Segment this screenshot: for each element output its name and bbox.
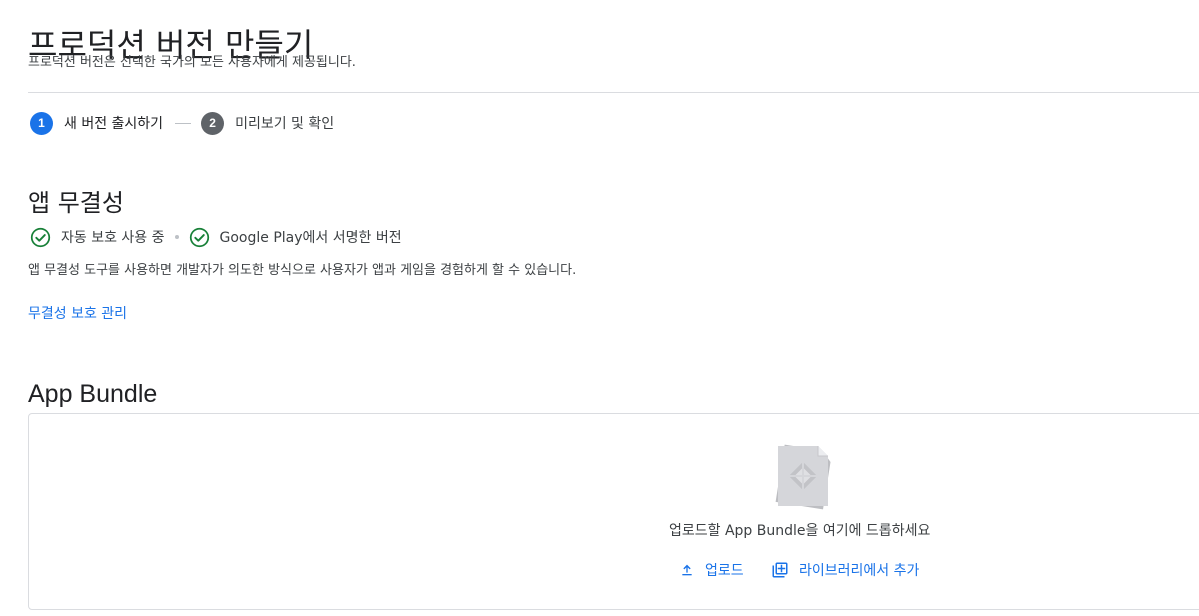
auto-protection-label: 자동 보호 사용 중 xyxy=(61,230,165,246)
upload-label: 업로드 xyxy=(705,563,744,579)
app-bundle-file-icon xyxy=(775,444,831,510)
upload-button[interactable]: 업로드 xyxy=(679,558,744,582)
integrity-status-row: 자동 보호 사용 중 Google Play에서 서명한 버전 xyxy=(30,226,402,248)
step-1-label: 새 버전 출시하기 xyxy=(64,116,164,132)
step-2-number: 2 xyxy=(201,111,225,135)
check-circle-icon xyxy=(30,227,51,247)
header-divider xyxy=(28,92,1199,93)
upload-icon xyxy=(682,564,692,576)
step-connector xyxy=(175,122,192,124)
app-integrity-heading: 앱 무결성 xyxy=(28,188,124,217)
step-1-number: 1 xyxy=(30,111,53,135)
app-bundle-dropzone[interactable] xyxy=(28,413,1199,610)
play-signing-label: Google Play에서 서명한 버전 xyxy=(219,230,402,246)
step-2-label: 미리보기 및 확인 xyxy=(235,116,335,132)
add-from-library-button[interactable]: 라이브러리에서 추가 xyxy=(771,558,919,582)
auto-protection-status: 자동 보호 사용 중 xyxy=(30,227,165,248)
step-new-release[interactable]: 1 새 버전 출시하기 xyxy=(30,111,164,135)
app-bundle-heading: App Bundle xyxy=(28,379,158,408)
status-separator-dot xyxy=(174,235,179,239)
integrity-description: 앱 무결성 도구를 사용하면 개발자가 의도한 방식으로 사용자가 앱과 게임을… xyxy=(28,263,577,278)
library-add-icon xyxy=(772,562,788,578)
manage-integrity-link[interactable]: 무결성 보호 관리 xyxy=(28,305,127,323)
dropzone-instruction: 업로드할 App Bundle을 여기에 드롭하세요 xyxy=(669,523,931,539)
step-preview-confirm[interactable]: 2 미리보기 및 확인 xyxy=(201,111,335,135)
release-stepper: 1 새 버전 출시하기 2 미리보기 및 확인 xyxy=(30,111,334,135)
check-circle-icon xyxy=(189,227,209,247)
add-from-library-label: 라이브러리에서 추가 xyxy=(799,563,920,579)
page-subtitle: 프로덕션 버전은 선택한 국가의 모든 사용자에게 제공됩니다. xyxy=(28,55,356,70)
play-signing-status: Google Play에서 서명한 버전 xyxy=(189,227,402,248)
create-production-release-page: 프로덕션 버전 만들기 프로덕션 버전은 선택한 국가의 모든 사용자에게 제공… xyxy=(0,0,1199,616)
